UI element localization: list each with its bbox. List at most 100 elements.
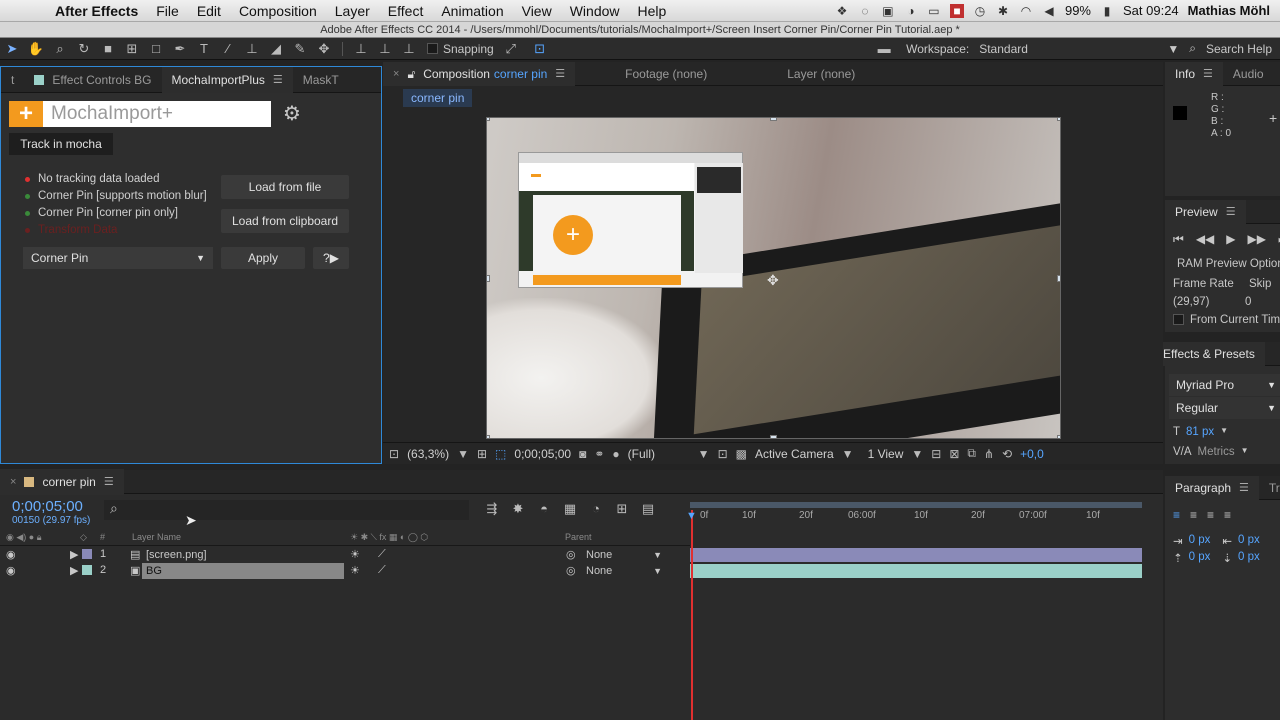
show-snapshot-icon[interactable]: ⚭ <box>594 447 604 461</box>
sync-icon[interactable]: ◌ <box>858 4 872 18</box>
shy-icon[interactable]: ☀ <box>350 548 360 561</box>
panel-menu-icon[interactable]: ☰ <box>555 62 565 86</box>
pan-behind-tool-icon[interactable]: ⊞ <box>121 40 143 58</box>
panel-menu-icon[interactable]: ☰ <box>1226 200 1236 224</box>
layer-duration-bar[interactable] <box>690 564 1142 578</box>
from-current-time-checkbox[interactable] <box>1173 314 1184 325</box>
prev-frame-icon[interactable]: ◀◀ <box>1196 232 1214 247</box>
parent-select[interactable]: None ▼ <box>582 563 666 579</box>
transform-handle[interactable] <box>487 435 490 438</box>
resolution-select[interactable]: (Full) <box>628 447 690 461</box>
flowchart-icon[interactable]: ⊠ <box>949 447 959 461</box>
work-area-bar[interactable] <box>690 502 1142 508</box>
volume-icon[interactable]: ◀ <box>1042 4 1056 18</box>
timeline-timecode[interactable]: 0;00;05;00 <box>12 498 83 515</box>
corner-pin-select[interactable]: Corner Pin ▼ <box>23 247 213 269</box>
world-axis-icon[interactable]: ⊥ <box>374 40 396 58</box>
pickwhip-icon[interactable]: ◎ <box>566 548 576 561</box>
close-icon[interactable]: × <box>10 469 16 495</box>
snapping-option[interactable]: Snapping ⤢ ⊡ <box>427 40 552 58</box>
menu-view[interactable]: View <box>513 3 561 19</box>
indent-left-value[interactable]: 0 px <box>1189 534 1211 548</box>
comp-mini-flowchart-icon[interactable]: ⇶ <box>483 500 501 518</box>
current-time[interactable]: 0;00;05;00 <box>514 447 571 461</box>
snap-feather-icon[interactable]: ⊡ <box>529 40 551 58</box>
shy-layers-icon[interactable]: ◓ <box>535 500 553 518</box>
magnification-icon[interactable]: ⊡ <box>389 447 399 461</box>
menu-effect[interactable]: Effect <box>379 3 433 19</box>
transform-handle[interactable] <box>1057 435 1060 438</box>
status-corner-pin-motion-blur[interactable]: Corner Pin [supports motion blur] <box>25 190 207 202</box>
region-icon[interactable]: ⬚ <box>495 447 506 461</box>
transform-handle[interactable] <box>770 435 777 438</box>
col-parent[interactable]: Parent <box>565 532 592 542</box>
play-icon[interactable]: ▶ <box>1226 232 1235 247</box>
zoom-tool-icon[interactable]: ⌕ <box>49 40 71 58</box>
tab-mochaimportplus[interactable]: MochaImportPlus ☰ <box>161 66 293 93</box>
next-frame-icon[interactable]: ▶▶ <box>1248 232 1266 247</box>
layer-label-color[interactable] <box>82 564 92 576</box>
layer-duration-bar[interactable] <box>690 548 1142 562</box>
grid-icon[interactable]: ⊞ <box>477 447 487 461</box>
brush-tool-icon[interactable]: ⁄ <box>217 40 239 58</box>
font-style-select[interactable]: Regular ▼ <box>1169 397 1280 419</box>
quality-icon[interactable]: ⟋ <box>378 564 386 577</box>
layer-name[interactable]: [screen.png] <box>142 547 344 563</box>
menu-after-effects[interactable]: After Effects <box>46 3 147 19</box>
quality-icon[interactable]: ⟋ <box>378 548 386 561</box>
graph-editor-toggle-icon[interactable]: ⊞ <box>613 500 631 518</box>
layer-row[interactable]: ◉ ▶ 2 ▣ BG ☀ ⟋ ◎ None ▼ <box>0 563 690 579</box>
space-after-value[interactable]: 0 px <box>1238 551 1260 565</box>
layer-row[interactable]: ◉ ▶ 1 ▤ [screen.png] ☀ ⟋ ◎ None ▼ <box>0 547 690 563</box>
gear-icon[interactable]: ⚙ <box>283 103 305 125</box>
transform-handle[interactable] <box>1057 118 1060 121</box>
panel-menu-icon[interactable]: ☰ <box>273 67 283 93</box>
snapping-checkbox[interactable] <box>427 43 438 54</box>
eye-icon[interactable]: ◉ <box>6 564 16 577</box>
expand-triangle-icon[interactable]: ▶ <box>70 564 78 577</box>
align-right-icon[interactable]: ≡ <box>1207 508 1214 522</box>
view-layout-select[interactable]: 1 View <box>868 447 904 461</box>
panel-menu-icon[interactable]: ☰ <box>104 469 114 495</box>
pen-tool-icon[interactable]: ✒ <box>169 40 191 58</box>
lock-icon[interactable]: 🔓︎ <box>407 62 415 86</box>
tab-layer[interactable]: Layer (none) <box>777 62 865 86</box>
align-left-icon[interactable]: ≡ <box>1173 508 1180 522</box>
menu-composition[interactable]: Composition <box>230 3 326 19</box>
rotate-tool-icon[interactable]: ↻ <box>73 40 95 58</box>
puppet-pin-tool-icon[interactable]: ✥ <box>313 40 335 58</box>
from-current-time-option[interactable]: From Current Time <box>1173 314 1280 326</box>
composition-viewer[interactable]: ▬ + ✥ <box>486 117 1061 439</box>
screen-png-layer[interactable]: ▬ + <box>518 152 743 288</box>
tab-project-partial[interactable]: t <box>1 67 24 93</box>
menu-window[interactable]: Window <box>561 3 629 19</box>
pickwhip-icon[interactable]: ◎ <box>566 564 576 577</box>
skip-select[interactable]: 0 <box>1245 296 1251 308</box>
type-tool-icon[interactable]: T <box>193 40 215 58</box>
space-before-value[interactable]: 0 px <box>1189 551 1211 565</box>
menu-layer[interactable]: Layer <box>326 3 379 19</box>
parent-select[interactable]: None ▼ <box>582 547 666 563</box>
view-axis-icon[interactable]: ⊥ <box>398 40 420 58</box>
menu-edit[interactable]: Edit <box>188 3 230 19</box>
search-help-field[interactable]: Search Help <box>1206 42 1272 56</box>
transform-handle[interactable] <box>487 275 490 282</box>
hand-tool-icon[interactable]: ✋ <box>25 40 47 58</box>
playhead[interactable] <box>691 510 693 720</box>
status-corner-pin-only[interactable]: Corner Pin [corner pin only] <box>25 207 178 219</box>
anchor-point-icon[interactable]: ✥ <box>767 272 779 289</box>
align-center-icon[interactable]: ≡ <box>1190 508 1197 522</box>
tab-effect-controls[interactable]: Effect Controls BG <box>24 67 161 93</box>
load-from-clipboard-button[interactable]: Load from clipboard <box>221 209 349 233</box>
tab-timeline-corner-pin[interactable]: × corner pin ☰ <box>0 468 124 495</box>
transparency-grid-icon[interactable]: ▩ <box>736 447 747 461</box>
selection-tool-icon[interactable]: ➤ <box>1 40 23 58</box>
apple-icon[interactable] <box>18 2 36 20</box>
clone-stamp-tool-icon[interactable]: ⊥ <box>241 40 263 58</box>
battery-icon[interactable]: ▮ <box>1100 4 1114 18</box>
battery-percent[interactable]: 99% <box>1065 3 1091 18</box>
snap-edges-icon[interactable]: ⤢ <box>500 40 522 58</box>
exposure-value[interactable]: +0,0 <box>1020 447 1044 461</box>
eye-icon[interactable]: ◉ <box>6 548 16 561</box>
menu-animation[interactable]: Animation <box>432 3 512 19</box>
